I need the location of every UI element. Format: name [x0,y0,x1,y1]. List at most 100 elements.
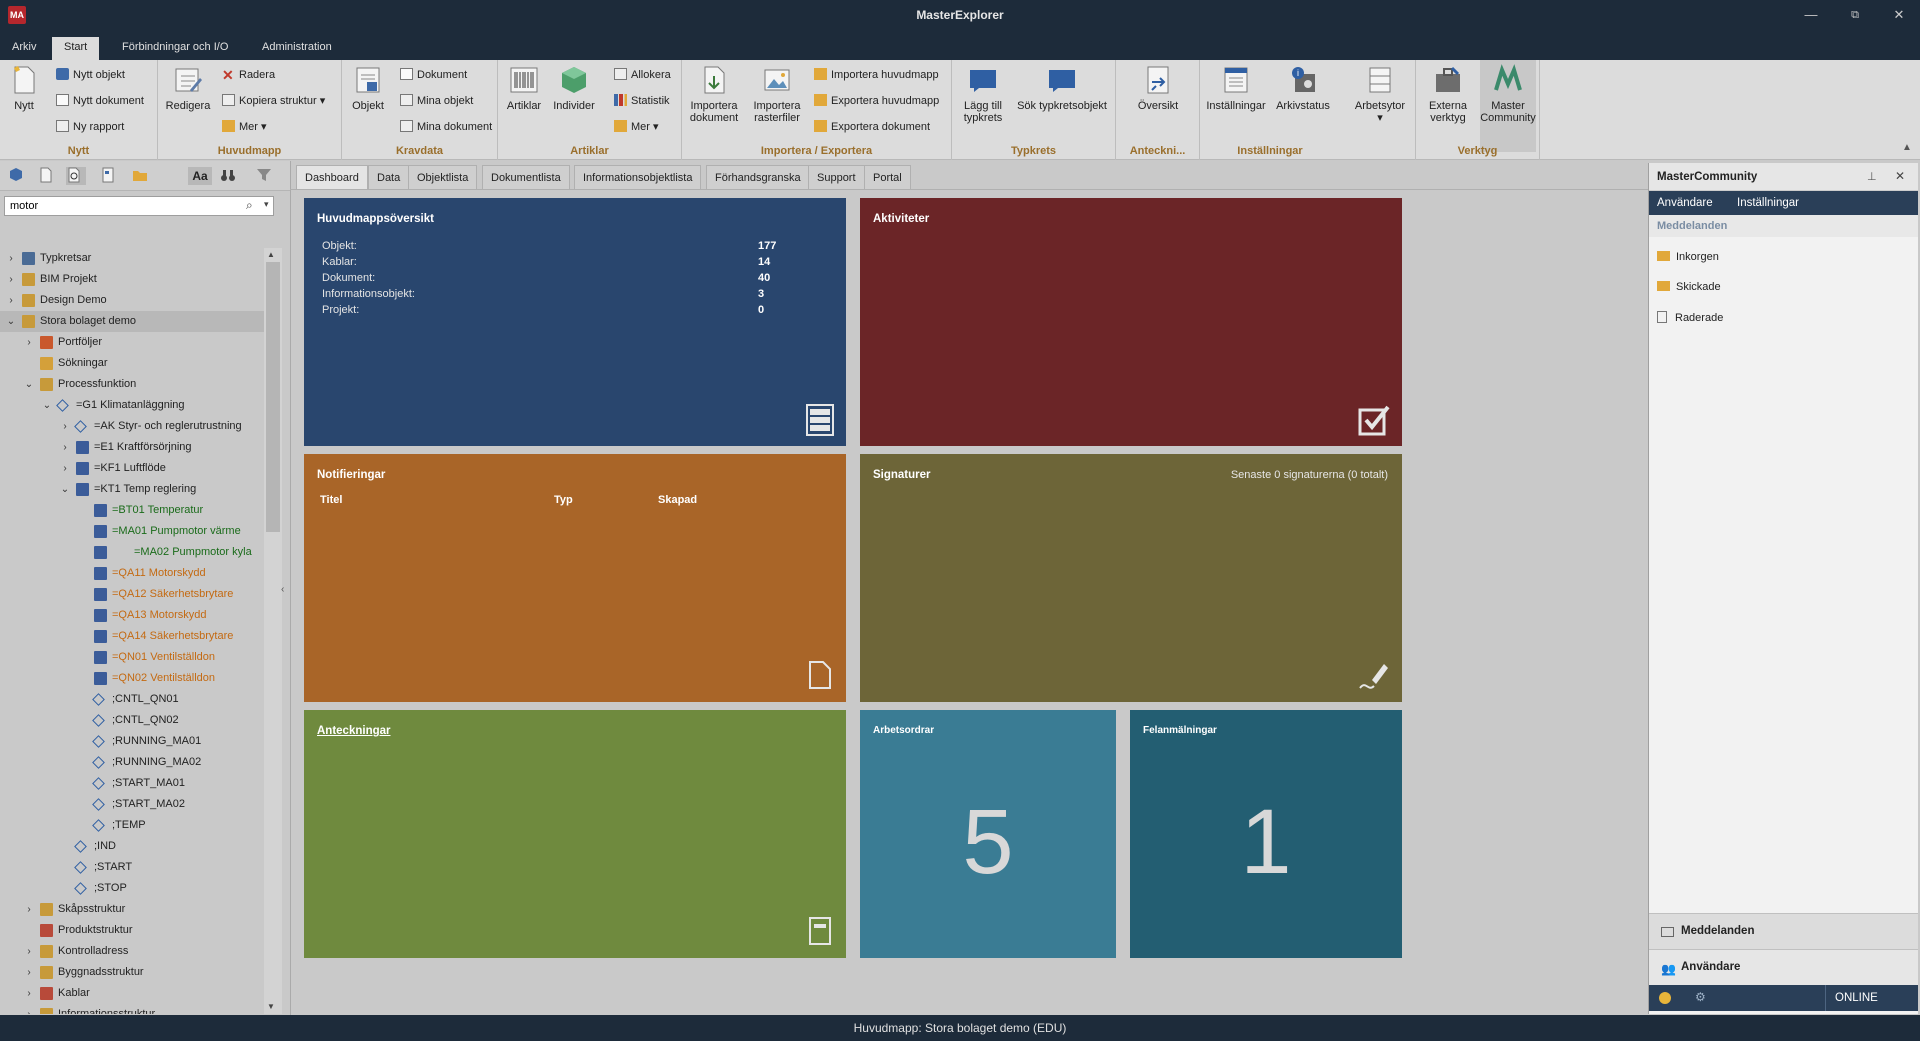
tree-node[interactable]: ;START_MA01 [0,773,264,794]
master-community-button[interactable]: Master Community [1480,60,1536,152]
import-documents-button[interactable]: Importera dokument [686,64,742,124]
folder-icon[interactable] [132,167,152,185]
collapse-icon[interactable]: ⌄ [42,395,52,416]
search-document-icon[interactable] [66,167,86,185]
tree-node[interactable]: › Portföljer [0,332,264,353]
tree-node[interactable]: =QN02 Ventilställdon [0,668,264,689]
document-icon[interactable] [38,167,58,185]
archive-status-button[interactable]: i Arkivstatus [1272,64,1334,112]
notes-title[interactable]: Anteckningar [317,725,391,737]
add-typkrets-button[interactable]: Lägg till typkrets [958,64,1008,124]
tab-administration[interactable]: Administration [250,37,344,60]
column-header-typ[interactable]: Typ [554,494,573,506]
smiley-icon[interactable] [1659,992,1671,1004]
expand-icon[interactable]: › [60,437,70,458]
deleted-item[interactable]: Raderade [1657,311,1723,324]
expand-icon[interactable]: › [24,941,34,962]
column-header-titel[interactable]: Titel [320,494,342,506]
new-document-button[interactable]: Nytt dokument [56,92,144,110]
close-button[interactable]: ✕ [1884,6,1914,24]
tree-node[interactable]: › =AK Styr- och reglerutrustning [0,416,264,437]
edit-button[interactable]: Redigera [164,64,212,112]
pin-icon[interactable]: ⊥ [1867,170,1877,183]
tree-node[interactable]: › Byggnadsstruktur [0,962,264,983]
export-document-button[interactable]: Exportera dokument [814,118,930,136]
tree-search-input[interactable] [4,196,274,216]
search-icon[interactable]: ⌕ [246,198,253,213]
tree-node[interactable]: ;STOP [0,878,264,899]
notes-tile[interactable]: Anteckningar [304,710,846,958]
cube-icon[interactable] [8,167,28,185]
tree-node[interactable]: ;START_MA02 [0,794,264,815]
expand-icon[interactable]: › [24,899,34,920]
expand-icon[interactable]: › [6,290,16,311]
tree-node[interactable]: ;START [0,857,264,878]
notifications-tile[interactable]: Notifieringar Titel Typ Skapad [304,454,846,702]
tree-node[interactable]: Sökningar [0,353,264,374]
page-icon[interactable] [100,167,120,185]
close-panel-icon[interactable]: ✕ [1895,169,1905,183]
tab-dashboard[interactable]: Dashboard [296,165,368,189]
collapse-icon[interactable]: ⌄ [60,479,70,500]
my-documents-button[interactable]: Mina dokument [400,118,492,136]
online-status[interactable]: ONLINE [1835,992,1878,1004]
expand-icon[interactable]: › [60,416,70,437]
tab-users[interactable]: Användare [1657,197,1713,209]
import-raster-button[interactable]: Importera rasterfiler [746,64,808,124]
expand-icon[interactable]: › [24,1004,34,1014]
tree-node[interactable]: › Skåpsstruktur [0,899,264,920]
chevron-down-icon[interactable]: ▾ [264,199,269,210]
object-button[interactable]: Objekt [350,64,386,112]
tree-node[interactable]: › =E1 Kraftförsörjning [0,437,264,458]
tree-node[interactable]: ;IND [0,836,264,857]
tab-start[interactable]: Start [52,37,100,60]
tab-dokumentlista[interactable]: Dokumentlista [482,165,570,189]
tab-data[interactable]: Data [368,165,410,189]
tree-node[interactable]: =QA13 Motorskydd [0,605,264,626]
tree-node[interactable]: › BIM Projekt [0,269,264,290]
new-report-button[interactable]: Ny rapport [56,118,124,136]
export-main-folder-button[interactable]: Exportera huvudmapp [814,92,939,110]
tab-forhandsgranska[interactable]: Förhandsgranska [706,165,810,189]
tree-node[interactable]: =QA11 Motorskydd [0,563,264,584]
tree-node[interactable]: ;CNTL_QN01 [0,689,264,710]
minimize-button[interactable]: — [1796,6,1826,24]
tree-node[interactable]: › Kontrolladress [0,941,264,962]
settings-button[interactable]: Inställningar [1204,64,1268,112]
expand-icon[interactable]: › [6,269,16,290]
delete-button[interactable]: ✕ Radera [222,66,275,84]
tree-node[interactable]: › Design Demo [0,290,264,311]
tree-node[interactable]: › Informationsstruktur [0,1004,264,1014]
collapse-ribbon-icon[interactable]: ▲ [1902,142,1912,153]
workspaces-button[interactable]: Arbetsytor ▾ [1348,64,1412,124]
tree-scrollbar-thumb[interactable] [266,262,280,532]
users-nav[interactable]: 👥 Användare [1649,949,1918,985]
tab-objektlista[interactable]: Objektlista [408,165,478,189]
expand-icon[interactable]: › [24,983,34,1004]
expand-icon[interactable]: › [24,332,34,353]
tab-community-settings[interactable]: Inställningar [1737,197,1799,209]
tree-node[interactable]: › Typkretsar [0,248,264,269]
statistics-button[interactable]: Statistik [614,92,670,110]
expand-icon[interactable]: › [24,962,34,983]
tree-node[interactable]: =BT01 Temperatur [0,500,264,521]
work-orders-tile[interactable]: Arbetsordrar 5 [860,710,1116,958]
user-status-icon[interactable]: ⚙ [1695,990,1706,1004]
tree-node[interactable]: ⌄ Processfunktion [0,374,264,395]
filter-icon[interactable] [256,167,276,185]
signatures-tile[interactable]: Signaturer Senaste 0 signaturerna (0 tot… [860,454,1402,702]
documents-button[interactable]: Dokument [400,66,467,84]
more-button-artiklar[interactable]: Mer ▾ [614,118,659,136]
tree-node[interactable]: ⌄ =KT1 Temp reglering [0,479,264,500]
individuals-button[interactable]: Individer [550,64,598,112]
overview-tile[interactable]: Huvudmappsöversikt Objekt: 177 Kablar: 14 Do… [304,198,846,446]
expand-icon[interactable]: › [6,248,16,269]
tree-node[interactable]: ;CNTL_QN02 [0,710,264,731]
tree-node[interactable]: =QA12 Säkerhetsbrytare [0,584,264,605]
collapse-icon[interactable]: ⌄ [6,311,16,332]
restore-button[interactable]: ⧉ [1840,6,1870,24]
my-objects-button[interactable]: Mina objekt [400,92,473,110]
fault-reports-tile[interactable]: Felanmälningar 1 [1130,710,1402,958]
binoculars-icon[interactable] [220,167,240,185]
tree-node[interactable]: =MA01 Pumpmotor värme [0,521,264,542]
